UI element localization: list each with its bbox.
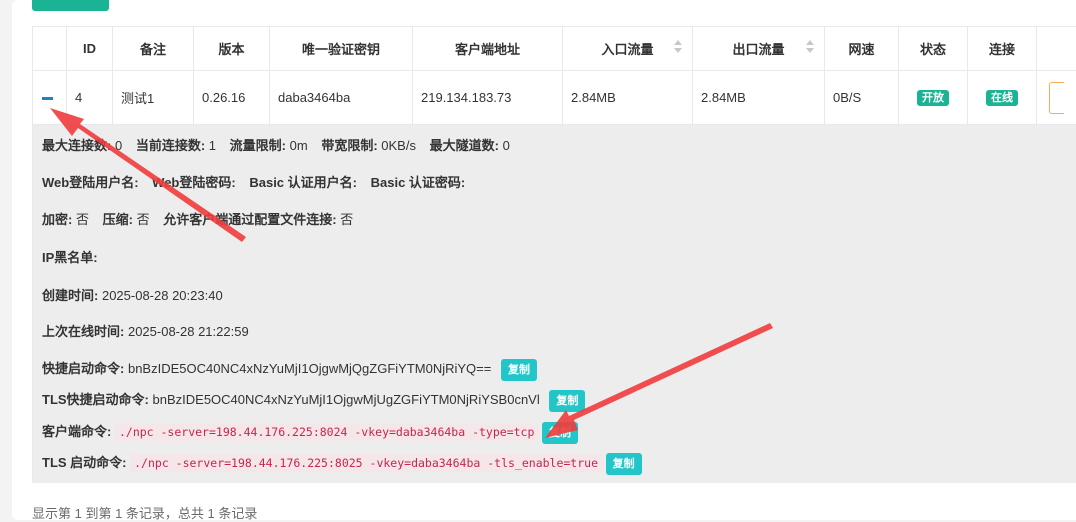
basic-user-label: Basic 认证用户名:: [249, 175, 357, 190]
options-line: 加密: 否 压缩: 否 允许客户端通过配置文件连接: 否: [42, 209, 353, 228]
tls-quick-cmd-value: bnBzIDE5OC40NC4xNzYuMjI1OjgwMjUgZGFiYTM0…: [153, 392, 540, 407]
expand-cell: [33, 71, 67, 125]
sort-icon[interactable]: [806, 40, 814, 56]
copy-quick-cmd-button[interactable]: 复制: [501, 359, 537, 381]
cell-vkey: daba3464ba: [270, 71, 413, 125]
header-status: 状态: [899, 27, 968, 71]
crypt-label: 加密:: [42, 212, 72, 227]
cell-version: 0.26.16: [194, 71, 270, 125]
ip-black-label: IP黑名单:: [42, 250, 98, 265]
copy-client-cmd-button[interactable]: 复制: [542, 422, 578, 444]
header-expand: [33, 27, 67, 71]
web-user-label: Web登陆用户名:: [42, 175, 139, 190]
compress-value: 否: [137, 212, 150, 227]
flow-limit-label: 流量限制:: [230, 138, 286, 153]
cell-connect: 在线: [968, 71, 1037, 125]
ip-black-line: IP黑名单:: [42, 247, 98, 266]
status-badge: 开放: [917, 90, 949, 106]
cell-out-flow: 2.84MB: [693, 71, 825, 125]
rate-limit-value: 0KB/s: [381, 138, 416, 153]
quick-cmd-label: 快捷启动命令:: [42, 361, 124, 376]
quick-cmd-line: 快捷启动命令: bnBzIDE5OC40NC4xNzYuMjI1OjgwMjQg…: [42, 358, 537, 381]
cell-in-flow: 2.84MB: [563, 71, 693, 125]
create-time-line: 创建时间: 2025-08-28 20:23:40: [42, 285, 223, 304]
tls-quick-cmd-label: TLS快捷启动命令:: [42, 392, 149, 407]
header-in-flow-label: 入口流量: [601, 42, 653, 57]
last-online-label: 上次在线时间:: [42, 324, 124, 339]
edit-button[interactable]: [1049, 82, 1064, 114]
collapse-minus-icon[interactable]: [42, 97, 53, 100]
cell-id: 4: [67, 71, 113, 125]
compress-label: 压缩:: [103, 212, 133, 227]
tls-cmd-line: TLS 启动命令: ./npc -server=198.44.176.225:8…: [42, 452, 642, 475]
detail-panel: 最大连接数: 0 当前连接数: 1 流量限制: 0m 带宽限制: 0KB/s 最…: [32, 125, 1076, 483]
table-row: 4 测试1 0.26.16 daba3464ba 219.134.183.73 …: [33, 71, 1076, 125]
header-out-flow-label: 出口流量: [732, 42, 784, 57]
crypt-value: 否: [76, 212, 89, 227]
web-pass-label: Web登陆密码:: [152, 175, 236, 190]
client-cmd-code: ./npc -server=198.44.176.225:8024 -vkey=…: [115, 423, 538, 441]
cur-conn-value: 1: [209, 138, 216, 153]
limits-line: 最大连接数: 0 当前连接数: 1 流量限制: 0m 带宽限制: 0KB/s 最…: [42, 135, 510, 154]
header-vkey[interactable]: 唯一验证密钥: [270, 27, 413, 71]
basic-pass-label: Basic 认证密码:: [371, 175, 466, 190]
copy-tls-quick-cmd-button[interactable]: 复制: [549, 390, 585, 412]
client-cmd-label: 客户端命令:: [42, 424, 111, 439]
header-in-flow[interactable]: 入口流量: [563, 27, 693, 71]
header-speed: 网速: [825, 27, 899, 71]
cur-conn-label: 当前连接数:: [136, 138, 205, 153]
client-cmd-line: 客户端命令: ./npc -server=198.44.176.225:8024…: [42, 421, 578, 444]
add-button[interactable]: [32, 0, 109, 11]
config-conn-label: 允许客户端通过配置文件连接:: [163, 212, 336, 227]
header-version[interactable]: 版本: [194, 27, 270, 71]
auth-line: Web登陆用户名: Web登陆密码: Basic 认证用户名: Basic 认证…: [42, 172, 465, 191]
table-header-row: ID 备注 版本 唯一验证密钥 客户端地址 入口流量 出口流量 网速 状态 连接: [33, 27, 1076, 71]
last-online-value: 2025-08-28 21:22:59: [128, 324, 249, 339]
cell-status: 开放: [899, 71, 968, 125]
flow-limit-value: 0m: [290, 138, 308, 153]
header-connect: 连接: [968, 27, 1037, 71]
cell-speed: 0B/S: [825, 71, 899, 125]
create-time-label: 创建时间:: [42, 288, 98, 303]
max-conn-value: 0: [115, 138, 122, 153]
tls-quick-cmd-line: TLS快捷启动命令: bnBzIDE5OC40NC4xNzYuMjI1OjgwM…: [42, 389, 585, 412]
cell-actions: [1037, 71, 1076, 125]
create-time-value: 2025-08-28 20:23:40: [102, 288, 223, 303]
client-table: ID 备注 版本 唯一验证密钥 客户端地址 入口流量 出口流量 网速 状态 连接…: [32, 26, 1076, 125]
tls-cmd-label: TLS 启动命令:: [42, 455, 127, 470]
header-address[interactable]: 客户端地址: [413, 27, 563, 71]
header-id[interactable]: ID: [67, 27, 113, 71]
quick-cmd-value: bnBzIDE5OC40NC4xNzYuMjI1OjgwMjQgZGFiYTM0…: [128, 361, 491, 376]
rate-limit-label: 带宽限制:: [321, 138, 377, 153]
last-online-line: 上次在线时间: 2025-08-28 21:22:59: [42, 321, 249, 340]
max-tunnel-value: 0: [503, 138, 510, 153]
header-actions: [1037, 27, 1076, 71]
cell-remark: 测试1: [113, 71, 194, 125]
config-conn-value: 否: [340, 212, 353, 227]
sort-icon[interactable]: [674, 40, 682, 56]
cell-address: 219.134.183.73: [413, 71, 563, 125]
header-remark[interactable]: 备注: [113, 27, 194, 71]
tls-cmd-code: ./npc -server=198.44.176.225:8025 -vkey=…: [130, 454, 602, 472]
copy-tls-cmd-button[interactable]: 复制: [606, 453, 642, 475]
header-out-flow[interactable]: 出口流量: [693, 27, 825, 71]
max-conn-label: 最大连接数:: [42, 138, 111, 153]
max-tunnel-label: 最大隧道数:: [430, 138, 499, 153]
online-badge: 在线: [986, 90, 1018, 106]
